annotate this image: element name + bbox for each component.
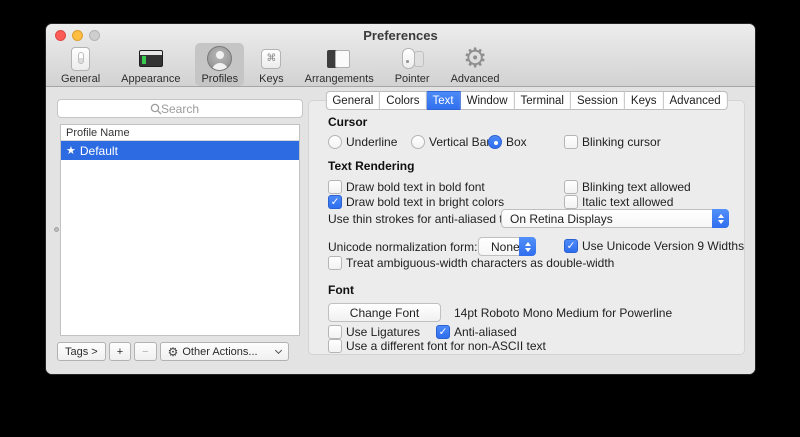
checkbox-italic-text[interactable]: Italic text allowed <box>564 195 673 209</box>
general-icon <box>71 45 90 72</box>
radio-box[interactable]: Box <box>488 135 527 149</box>
checkbox-unicode9[interactable]: ✓ Use Unicode Version 9 Widths <box>564 239 744 253</box>
stepper-icon <box>712 209 729 228</box>
tab-terminal[interactable]: Terminal <box>515 91 571 110</box>
change-font-button[interactable]: Change Font <box>328 303 441 322</box>
content-area: Profile Name ★ Default Tags > + − ⚙ Othe… <box>46 88 755 374</box>
profile-name: Default <box>80 144 118 158</box>
remove-profile-button[interactable]: − <box>134 342 156 361</box>
toolbar-item-profiles[interactable]: Profiles <box>195 43 244 86</box>
checkbox-non-ascii-font[interactable]: Use a different font for non-ASCII text <box>328 339 546 353</box>
pointer-icon <box>399 45 425 72</box>
profile-search-field[interactable] <box>57 99 303 118</box>
radio-underline[interactable]: Underline <box>328 135 397 149</box>
window-chrome: Preferences General Appearance Profiles … <box>46 24 755 87</box>
keys-icon: ⌘ <box>261 45 281 72</box>
appearance-icon <box>139 45 163 72</box>
checkbox-use-ligatures[interactable]: Use Ligatures <box>328 325 420 339</box>
preferences-window: Preferences General Appearance Profiles … <box>46 24 755 374</box>
stepper-icon <box>519 237 536 256</box>
tab-bar: General Colors Text Window Terminal Sess… <box>325 91 727 110</box>
profile-list: Profile Name ★ Default <box>60 124 300 336</box>
arrangements-icon <box>326 45 352 72</box>
splitter-handle[interactable] <box>54 227 59 232</box>
toolbar-item-arrangements[interactable]: Arrangements <box>299 43 380 86</box>
toolbar-item-general[interactable]: General <box>55 43 106 86</box>
profile-row-default[interactable]: ★ Default <box>61 141 299 160</box>
toolbar-item-keys[interactable]: ⌘ Keys <box>253 43 289 86</box>
search-input[interactable] <box>58 100 302 117</box>
checkbox-bright-colors[interactable]: ✓ Draw bold text in bright colors <box>328 195 504 209</box>
add-profile-button[interactable]: + <box>109 342 131 361</box>
radio-underline-circle <box>328 135 342 149</box>
check-icon: ✓ <box>329 196 341 209</box>
font-heading: Font <box>328 283 354 297</box>
profiles-icon <box>207 45 232 72</box>
gear-icon: ⚙ <box>168 345 179 359</box>
tab-advanced[interactable]: Advanced <box>663 91 727 110</box>
profile-list-header: Profile Name <box>61 125 299 141</box>
sidebar-footer: Tags > + − ⚙ Other Actions... <box>57 342 289 361</box>
tags-button[interactable]: Tags > <box>57 342 106 361</box>
tab-general[interactable]: General <box>325 91 380 110</box>
tab-window[interactable]: Window <box>461 91 515 110</box>
toolbar-item-appearance[interactable]: Appearance <box>115 43 186 86</box>
thin-strokes-label: Use thin strokes for anti-aliased text <box>328 212 519 226</box>
radio-box-circle <box>488 135 502 149</box>
tab-session[interactable]: Session <box>571 91 625 110</box>
current-font-label: 14pt Roboto Mono Medium for Powerline <box>454 306 672 320</box>
checkbox-blinking-text[interactable]: Blinking text allowed <box>564 180 691 194</box>
settings-panel: General Colors Text Window Terminal Sess… <box>308 100 745 355</box>
radio-vertical-bar[interactable]: Vertical Bar <box>411 135 490 149</box>
checkbox-blinking-cursor[interactable]: Blinking cursor <box>564 135 661 149</box>
default-star-icon: ★ <box>66 144 76 157</box>
toolbar-item-advanced[interactable]: ⚙ Advanced <box>445 43 506 86</box>
window-title: Preferences <box>46 28 755 43</box>
toolbar-item-pointer[interactable]: Pointer <box>389 43 436 86</box>
thin-strokes-popup[interactable]: On Retina Displays <box>501 209 729 228</box>
radio-vertical-bar-circle <box>411 135 425 149</box>
tab-keys[interactable]: Keys <box>625 91 664 110</box>
check-icon: ✓ <box>437 326 449 339</box>
tab-colors[interactable]: Colors <box>380 91 426 110</box>
checkbox-bold-font[interactable]: Draw bold text in bold font <box>328 180 485 194</box>
chevron-down-icon <box>275 346 282 353</box>
checkbox-anti-aliased[interactable]: ✓ Anti-aliased <box>436 325 517 339</box>
tab-text[interactable]: Text <box>427 91 461 110</box>
cursor-heading: Cursor <box>328 115 367 129</box>
unicode-norm-popup[interactable]: None <box>478 237 536 256</box>
checkbox-ambiguous-width[interactable]: Treat ambiguous-width characters as doub… <box>328 256 614 270</box>
text-rendering-heading: Text Rendering <box>328 159 414 173</box>
check-icon: ✓ <box>565 240 577 253</box>
unicode-norm-label: Unicode normalization form: <box>328 240 477 254</box>
advanced-gear-icon: ⚙ <box>463 45 487 72</box>
other-actions-button[interactable]: ⚙ Other Actions... <box>160 342 289 361</box>
toolbar: General Appearance Profiles ⌘ Keys Arran… <box>55 43 506 86</box>
